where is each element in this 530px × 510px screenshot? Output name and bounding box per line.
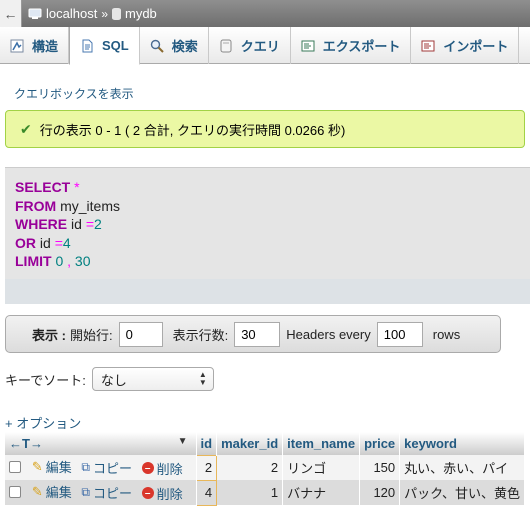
tab-sql[interactable]: SQL xyxy=(69,27,140,65)
table-header-row: ←T→ ▼ id maker_id item_name price keywor… xyxy=(5,432,525,455)
table-row: ✎ 編集 ⧉ コピー – 削除 4 1 バナナ 120 パック、甘い、黄色 xyxy=(5,479,525,506)
column-arrows-icon[interactable]: ←T→ xyxy=(9,436,43,451)
tab-import[interactable]: インポート xyxy=(411,27,520,64)
search-icon xyxy=(150,39,164,53)
cell-price[interactable]: 120 xyxy=(359,480,401,505)
show-label: 表示 : xyxy=(32,327,66,343)
sort-triangle-icon[interactable]: ▼ xyxy=(178,436,188,447)
select-arrows-icon: ▲ ▼ xyxy=(198,370,207,387)
cell-keyword[interactable]: パック、甘い、黄色 xyxy=(399,480,525,505)
tab-search[interactable]: 検索 xyxy=(140,27,209,64)
sql-keyword[interactable]: SELECT xyxy=(15,179,70,195)
row-checkbox[interactable] xyxy=(9,461,21,474)
sort-select[interactable]: なし ▲ ▼ xyxy=(91,367,214,391)
sort-by-key: キーでソート: なし ▲ ▼ xyxy=(5,367,214,391)
breadcrumb-server[interactable]: localhost xyxy=(46,6,97,21)
check-icon: ✔ xyxy=(20,120,32,137)
delete-icon: – xyxy=(141,462,154,475)
rows-suffix-label: rows xyxy=(432,326,461,342)
sql-icon xyxy=(82,39,93,52)
structure-icon xyxy=(10,39,24,52)
column-header-maker-id[interactable]: maker_id xyxy=(216,432,284,455)
headers-every-label: Headers every xyxy=(286,326,371,342)
copy-icon: ⧉ xyxy=(81,459,90,474)
server-icon xyxy=(28,8,42,19)
sql-keyword[interactable]: FROM xyxy=(15,198,56,214)
query-icon xyxy=(220,39,232,52)
cell-price[interactable]: 150 xyxy=(359,455,401,480)
database-icon xyxy=(112,7,121,20)
column-header-price[interactable]: price xyxy=(359,432,401,455)
headers-every-input[interactable] xyxy=(376,321,423,347)
navigation-bar: 表示 : 開始行: 表示行数: Headers every rows xyxy=(5,315,501,353)
back-arrow-icon[interactable]: ← xyxy=(0,0,22,27)
edit-button[interactable]: ✎ 編集 xyxy=(32,482,72,501)
tab-query[interactable]: クエリ xyxy=(209,27,291,64)
row-checkbox[interactable] xyxy=(9,486,21,499)
pencil-icon: ✎ xyxy=(31,483,43,499)
export-icon xyxy=(301,40,315,51)
tab-structure[interactable]: 構造 xyxy=(0,27,70,64)
cell-item-name[interactable]: リンゴ xyxy=(282,455,361,480)
rows-count-label: 表示行数: xyxy=(172,327,229,343)
cell-item-name[interactable]: バナナ xyxy=(282,480,361,505)
column-header-keyword[interactable]: keyword xyxy=(399,432,525,455)
tab-bar: 構造 SQL 検索 クエリ エクスポート インポート xyxy=(0,27,530,65)
column-header-item-name[interactable]: item_name xyxy=(282,432,361,455)
sql-keyword[interactable]: LIMIT xyxy=(15,253,52,269)
column-arrows-header: ←T→ ▼ xyxy=(5,432,197,455)
delete-icon: – xyxy=(141,487,154,500)
sql-query-display: SELECT * FROM my_items WHERE id =2 OR id… xyxy=(5,167,530,304)
rows-count-input[interactable] xyxy=(234,321,281,347)
results-table: ←T→ ▼ id maker_id item_name price keywor… xyxy=(5,432,525,506)
show-query-box-link[interactable]: クエリボックスを表示 xyxy=(14,85,134,102)
delete-button[interactable]: – 削除 xyxy=(141,484,183,503)
copy-button[interactable]: ⧉ コピー xyxy=(81,483,132,502)
sql-footer xyxy=(5,279,530,304)
copy-button[interactable]: ⧉ コピー xyxy=(81,458,132,477)
cell-id[interactable]: 2 xyxy=(195,454,218,481)
sql-keyword[interactable]: OR xyxy=(15,235,36,251)
import-icon xyxy=(421,40,435,51)
sql-keyword[interactable]: WHERE xyxy=(15,216,67,232)
start-row-label: 開始行: xyxy=(69,327,113,343)
copy-icon: ⧉ xyxy=(81,484,90,499)
breadcrumb-database[interactable]: mydb xyxy=(125,6,157,21)
sort-label: キーでソート: xyxy=(5,372,86,388)
success-message: ✔ 行の表示 0 - 1 ( 2 合計, クエリの実行時間 0.0266 秒) xyxy=(5,110,525,148)
table-row: ✎ 編集 ⧉ コピー – 削除 2 2 リンゴ 150 丸い、赤い、パイ xyxy=(5,454,525,481)
delete-button[interactable]: – 削除 xyxy=(141,459,183,478)
cell-keyword[interactable]: 丸い、赤い、パイ xyxy=(399,455,525,480)
breadcrumb-separator: » xyxy=(101,6,108,21)
start-row-input[interactable] xyxy=(118,321,163,347)
options-link[interactable]: + オプション xyxy=(5,413,81,432)
column-header-id[interactable]: id xyxy=(196,432,218,455)
pencil-icon: ✎ xyxy=(31,458,43,474)
breadcrumb: ← localhost » mydb xyxy=(0,0,530,27)
edit-button[interactable]: ✎ 編集 xyxy=(32,457,72,476)
success-text: 行の表示 0 - 1 ( 2 合計, クエリの実行時間 0.0266 秒) xyxy=(39,122,346,138)
cell-maker-id[interactable]: 1 xyxy=(216,480,284,505)
tab-export[interactable]: エクスポート xyxy=(291,27,412,64)
cell-id[interactable]: 4 xyxy=(195,479,218,506)
cell-maker-id[interactable]: 2 xyxy=(216,455,284,480)
sort-select-value: なし xyxy=(100,372,127,388)
